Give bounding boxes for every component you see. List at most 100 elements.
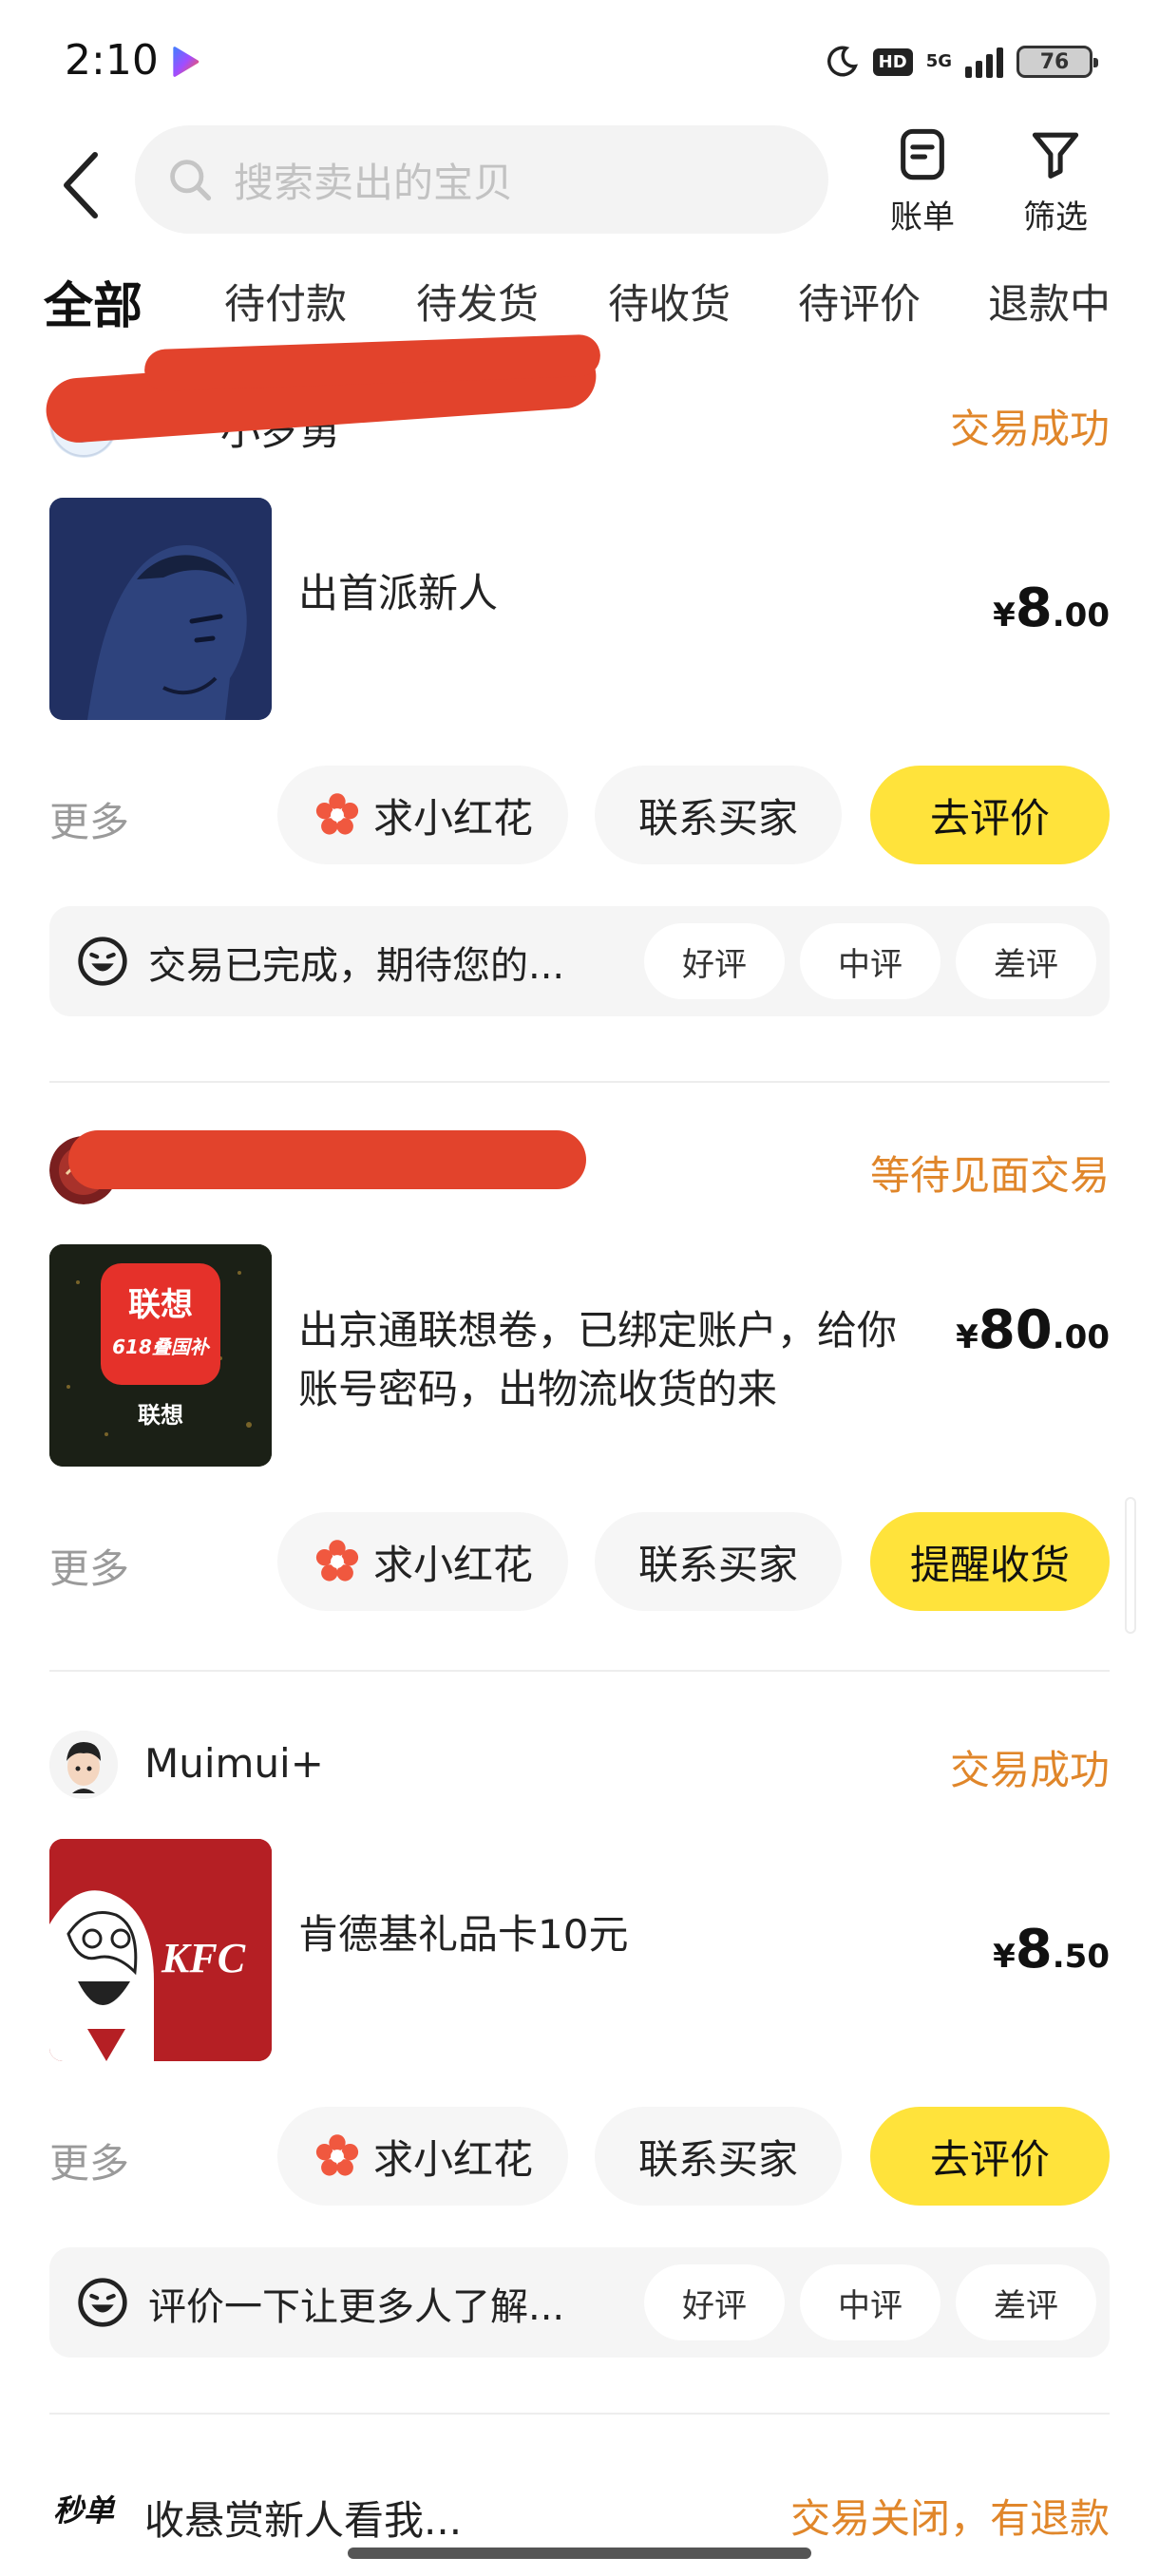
battery-icon: 76 (1016, 46, 1098, 78)
seller-badge: 秒单 (53, 2493, 115, 2528)
tab-pending-receipt[interactable]: 待收货 (608, 272, 731, 331)
action-row: 更多 求小红花 联系买家 去评价 (49, 2107, 1110, 2206)
order-card: 等待见面交易 联想 618叠国补 联想 出京通联想卷，已绑定账户，给你账号密码，… (0, 1127, 1159, 1696)
review-prompt-bar: 评价一下让更多人了解... 好评 中评 差评 (49, 2247, 1110, 2358)
review-prompt-text: 交易已完成，期待您的... (148, 944, 565, 988)
status-time: 2:10 (65, 36, 159, 85)
flower-icon (315, 793, 359, 835)
tab-label: 全部 (44, 278, 143, 335)
request-flower-label: 求小红花 (372, 794, 533, 842)
product-thumbnail: 联想 618叠国补 联想 (49, 1244, 272, 1467)
product-title: 出京通联想卷，已绑定账户，给你账号密码，出物流收货的来 (298, 1307, 898, 1412)
product-thumbnail: KFC (49, 1839, 272, 2061)
price: ¥8.50 (993, 1919, 1110, 1980)
divider (49, 1081, 1110, 1083)
request-flower-button[interactable]: 求小红花 (277, 766, 568, 864)
flower-icon (315, 2134, 359, 2176)
thumb-brand-text: KFC (162, 1935, 246, 1981)
rate-bad-button[interactable]: 差评 (956, 2264, 1096, 2340)
battery-level: 76 (1039, 49, 1070, 74)
flower-icon (315, 1540, 359, 1582)
play-icon (173, 47, 200, 77)
product-row[interactable]: 出首派新人 ¥8.00 (49, 498, 1110, 720)
thumb-footer-text: 联想 (138, 1402, 183, 1429)
rate-good-button[interactable]: 好评 (644, 2264, 785, 2340)
seller-name: 收悬赏新人看我... (144, 2497, 463, 2544)
tab-refunding[interactable]: 退款中 (988, 272, 1111, 331)
request-flower-button[interactable]: 求小红花 (277, 1512, 568, 1611)
product-row[interactable]: 联想 618叠国补 联想 出京通联想卷，已绑定账户，给你账号密码，出物流收货的来… (49, 1244, 1110, 1467)
filter-label: 筛选 (1023, 199, 1088, 237)
status-bar: 2:10 HD 5G 76 (0, 0, 1159, 123)
order-status: 交易关闭，有退款 (789, 2495, 1110, 2542)
more-button[interactable]: 更多 (49, 790, 129, 848)
laugh-emoji-icon (78, 2278, 127, 2327)
price: ¥8.00 (993, 578, 1110, 639)
bill-button[interactable]: 账单 (870, 123, 975, 237)
home-indicator[interactable] (348, 2548, 811, 2559)
avatar-image (49, 1731, 118, 1799)
seller-row[interactable]: 等待见面交易 (49, 1127, 1110, 1212)
rate-bad-button[interactable]: 差评 (956, 923, 1096, 999)
search-placeholder: 搜索卖出的宝贝 (234, 159, 514, 206)
filter-icon (1032, 132, 1079, 179)
tab-pending-shipment[interactable]: 待发货 (416, 272, 539, 331)
tab-pending-payment[interactable]: 待付款 (224, 272, 347, 331)
network-type: 5G (925, 51, 952, 71)
review-prompt-text: 评价一下让更多人了解... (148, 2285, 565, 2329)
seller-row[interactable]: 小罗勇 交易成功 (44, 333, 1110, 465)
review-button[interactable]: 去评价 (870, 766, 1110, 864)
back-arrow-icon (64, 152, 98, 218)
redaction-mark (68, 1130, 586, 1189)
product-row[interactable]: KFC 肯德基礼品卡10元 ¥8.50 (49, 1839, 1110, 2061)
divider (49, 2413, 1110, 2415)
rate-good-button[interactable]: 好评 (644, 923, 785, 999)
more-button[interactable]: 更多 (49, 1537, 129, 1595)
bill-icon (901, 128, 944, 180)
thumb-sub-text: 618叠国补 (112, 1335, 209, 1358)
status-indicators: HD 5G 76 (824, 38, 1098, 85)
bill-label: 账单 (890, 199, 955, 237)
order-status: 交易成功 (949, 406, 1110, 452)
request-flower-button[interactable]: 求小红花 (277, 2107, 568, 2206)
rate-neutral-button[interactable]: 中评 (800, 2264, 940, 2340)
avatar (49, 1731, 118, 1799)
action-row: 更多 求小红花 联系买家 提醒收货 (49, 1512, 1110, 1611)
laugh-emoji-icon (78, 937, 127, 986)
order-status: 交易成功 (949, 1747, 1110, 1793)
anime-portrait-image (49, 498, 272, 720)
scrollbar[interactable] (1125, 1497, 1136, 1634)
order-card: Muimui+ 交易成功 KFC 肯德基礼品卡10元 ¥8.50 更多 求小红花… (0, 1721, 1159, 2443)
product-title: 出首派新人 (298, 570, 499, 616)
header: 搜索卖出的宝贝 账单 筛选 (0, 123, 1159, 247)
contact-buyer-button[interactable]: 联系买家 (595, 766, 842, 864)
request-flower-label: 求小红花 (372, 2135, 533, 2183)
filter-button[interactable]: 筛选 (1003, 123, 1108, 237)
search-icon (170, 160, 212, 201)
product-thumbnail (49, 498, 272, 720)
order-card: 小罗勇 交易成功 出首派新人 ¥8.00 更多 求小红花 联系买家 去评价 交易… (0, 333, 1159, 1083)
contact-buyer-button[interactable]: 联系买家 (595, 2107, 842, 2206)
action-row: 更多 求小红花 联系买家 去评价 (49, 766, 1110, 864)
tab-pending-review[interactable]: 待评价 (798, 272, 921, 331)
review-button[interactable]: 去评价 (870, 2107, 1110, 2206)
review-prompt-bar: 交易已完成，期待您的... 好评 中评 差评 (49, 906, 1110, 1016)
seller-name: Muimui+ (144, 1740, 324, 1787)
back-button[interactable] (48, 142, 114, 228)
seller-row[interactable]: Muimui+ 交易成功 (49, 1721, 1110, 1807)
hd-badge: HD (872, 47, 913, 76)
tab-all[interactable]: 全部 (40, 266, 146, 337)
thumb-brand-text: 联想 (128, 1286, 193, 1324)
search-input[interactable]: 搜索卖出的宝贝 (135, 125, 828, 234)
order-status: 等待见面交易 (869, 1152, 1110, 1199)
remind-receipt-button[interactable]: 提醒收货 (870, 1512, 1110, 1611)
rate-neutral-button[interactable]: 中评 (800, 923, 940, 999)
seller-row[interactable]: 秒单 收悬赏新人看我... 交易关闭，有退款 (49, 2470, 1110, 2555)
divider (49, 1670, 1110, 1672)
price: ¥80.00 (956, 1299, 1110, 1361)
more-button[interactable]: 更多 (49, 2131, 129, 2189)
signal-icon (965, 46, 1003, 78)
product-title: 肯德基礼品卡10元 (298, 1911, 629, 1958)
contact-buyer-button[interactable]: 联系买家 (595, 1512, 842, 1611)
moon-icon (826, 46, 858, 77)
